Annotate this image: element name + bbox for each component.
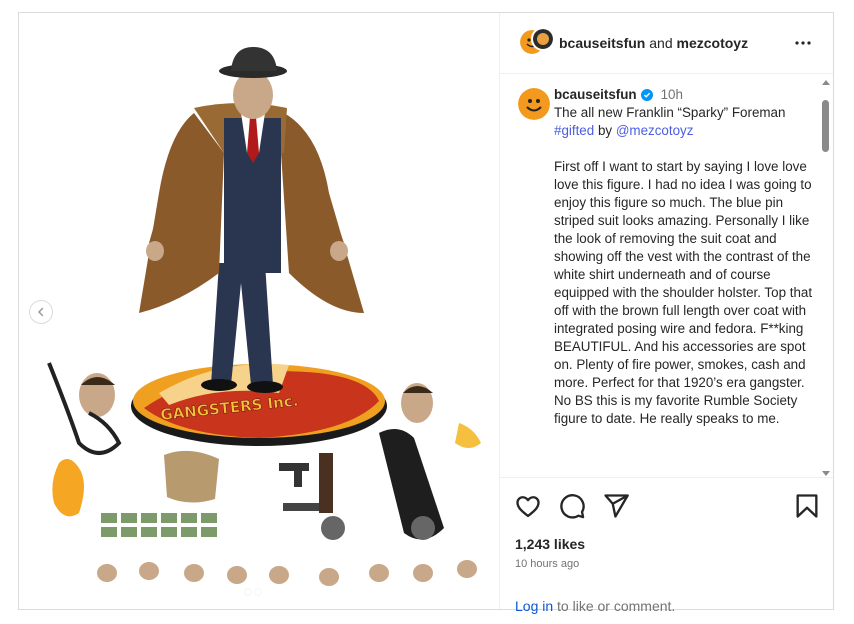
post-time: 10 hours ago xyxy=(515,558,580,570)
caption-text: First off I want to start by saying I lo… xyxy=(554,159,813,426)
share-icon[interactable] xyxy=(602,492,630,520)
mention-link[interactable]: @mezcotoyz xyxy=(616,123,694,138)
more-options-button[interactable] xyxy=(791,31,815,55)
coauthor-avatar[interactable] xyxy=(531,27,555,51)
caption-username[interactable]: bcauseitsfun xyxy=(554,86,637,104)
chevron-left-icon xyxy=(37,307,44,317)
comment-icon[interactable] xyxy=(558,492,586,520)
carousel-dot xyxy=(245,589,251,595)
scroll-up-icon[interactable] xyxy=(822,80,830,85)
scrollbar-thumb[interactable] xyxy=(822,100,829,152)
caption-body: bcauseitsfun 10h The all new Franklin “S… xyxy=(554,86,814,428)
figure-photo: GANGSTERS Inc. xyxy=(19,13,499,609)
post-embed: GANGSTERS Inc. bcauseitsfun and mezcotoy… xyxy=(18,12,834,614)
like-count[interactable]: 1,243 likes xyxy=(515,536,585,552)
caption-scroll-area[interactable]: bcauseitsfun 10h The all new Franklin “S… xyxy=(500,74,833,477)
more-icon xyxy=(795,41,811,45)
caption-timestamp: 10h xyxy=(660,87,683,102)
post-sidebar: bcauseitsfun and mezcotoyz bcauseitsfun xyxy=(500,13,833,614)
header-authors: bcauseitsfun and mezcotoyz xyxy=(559,35,748,51)
caption-title: The all new Franklin “Sparky” Foreman xyxy=(554,105,786,120)
caption-avatar[interactable] xyxy=(518,88,550,120)
carousel-dot xyxy=(255,589,261,595)
authors-conjunction: and xyxy=(649,35,673,51)
caption-tags-line: #gifted by @mezcotoyz xyxy=(554,122,814,140)
post-image[interactable]: GANGSTERS Inc. xyxy=(19,13,500,609)
heart-icon[interactable] xyxy=(514,492,542,520)
post-actions: 1,243 likes 10 hours ago Log in to like … xyxy=(500,477,833,614)
login-prompt: Log in to like or comment. xyxy=(515,598,675,614)
author-name-link[interactable]: bcauseitsfun xyxy=(559,35,645,51)
login-link[interactable]: Log in xyxy=(515,598,553,614)
verified-icon xyxy=(640,89,653,101)
caption-scrollbar[interactable] xyxy=(820,80,831,476)
bookmark-icon[interactable] xyxy=(793,492,821,520)
carousel-dots xyxy=(245,589,261,595)
post-header: bcauseitsfun and mezcotoyz xyxy=(500,13,833,74)
coauthor-name-link[interactable]: mezcotoyz xyxy=(677,35,749,51)
scroll-down-icon[interactable] xyxy=(822,471,830,476)
login-prompt-text: to like or comment. xyxy=(557,598,676,614)
hashtag-link[interactable]: #gifted xyxy=(554,123,594,138)
caption-by: by xyxy=(597,123,613,138)
previous-image-button[interactable] xyxy=(29,300,53,324)
